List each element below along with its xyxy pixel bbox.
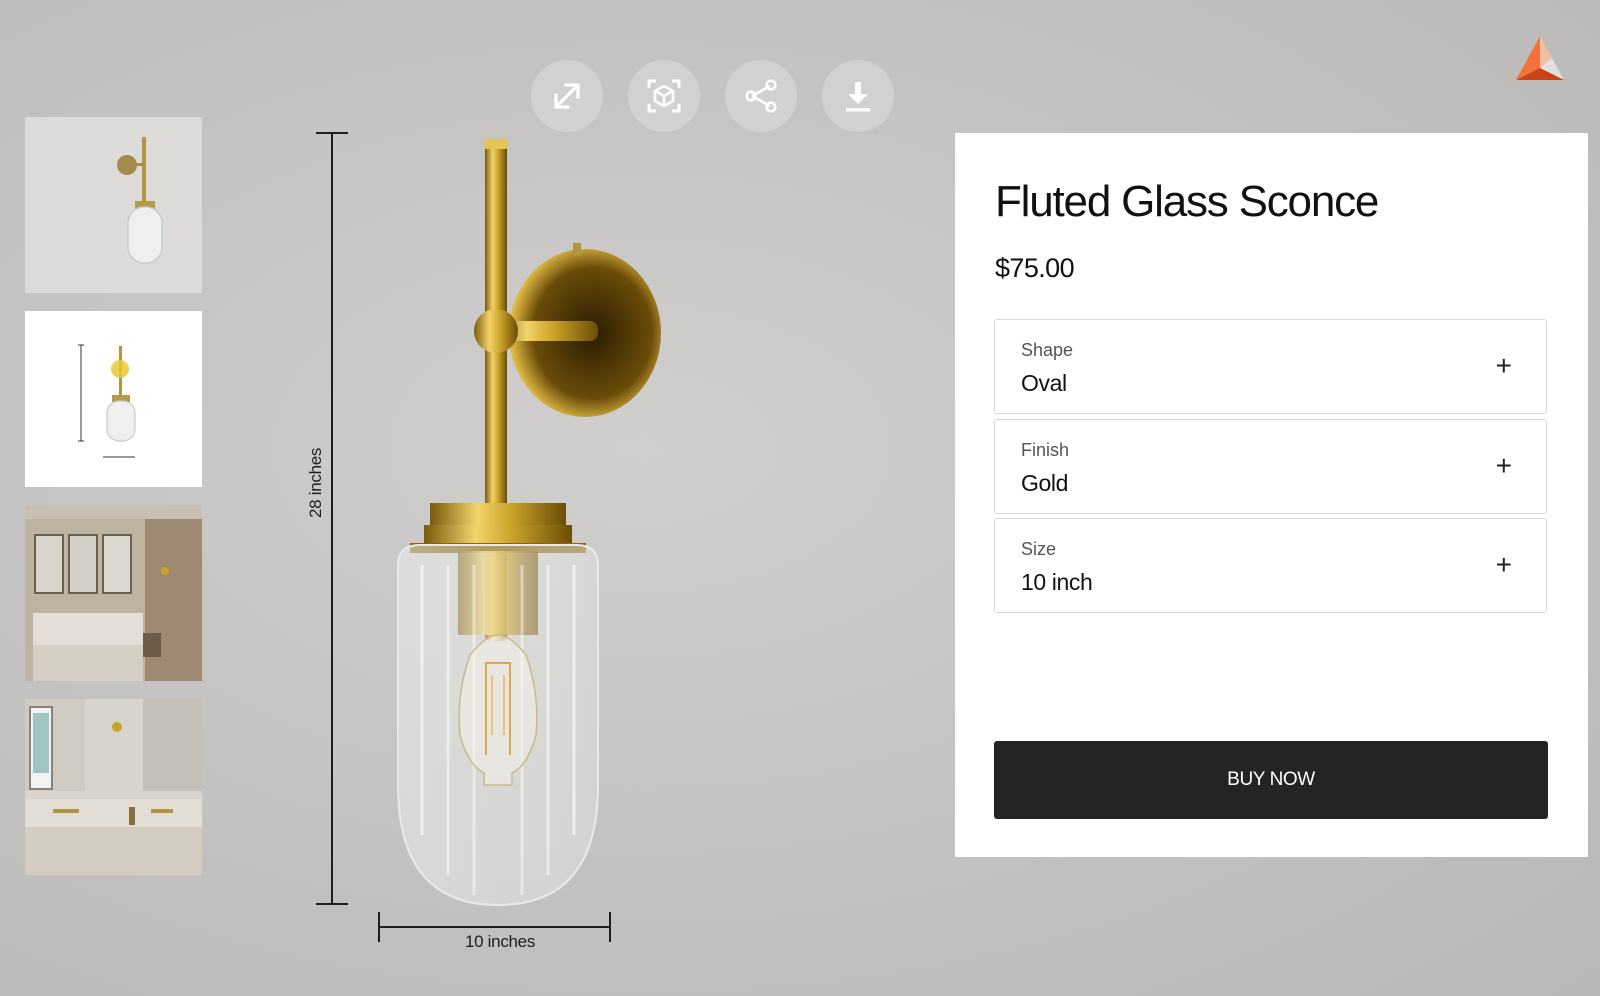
option-value: 10 inch	[1021, 569, 1093, 595]
download-icon	[846, 82, 870, 112]
product-details-panel: Fluted Glass Sconce $75.00 Shape Oval + …	[955, 133, 1588, 857]
option-label: Finish	[1021, 440, 1070, 460]
width-dimension-label: 10 inches	[464, 932, 536, 951]
plus-icon[interactable]: +	[1496, 452, 1512, 480]
brand-logo	[1512, 34, 1568, 84]
share-button[interactable]	[725, 60, 797, 132]
height-dimension-line	[331, 133, 333, 905]
plus-icon[interactable]: +	[1496, 551, 1512, 579]
viewer-toolbar	[531, 60, 894, 132]
thumbnail-bathroom-scene[interactable]	[25, 699, 202, 875]
width-dimension-line	[378, 926, 611, 928]
thumbnail-list	[25, 117, 202, 893]
ar-view-button[interactable]	[628, 60, 700, 132]
share-icon	[745, 79, 777, 113]
thumbnail-front-view[interactable]	[25, 117, 202, 293]
option-label: Size	[1021, 539, 1057, 559]
option-finish[interactable]: Finish Gold +	[994, 419, 1547, 514]
option-label: Shape	[1021, 340, 1074, 360]
buy-now-button[interactable]: BUY NOW	[994, 741, 1548, 819]
height-dimension-cap-top	[316, 132, 348, 134]
option-size[interactable]: Size 10 inch +	[994, 518, 1547, 613]
option-shape[interactable]: Shape Oval +	[994, 319, 1547, 414]
height-dimension-label: 28 inches	[306, 447, 325, 518]
product-title: Fluted Glass Sconce	[995, 177, 1379, 226]
expand-icon	[554, 83, 580, 109]
thumbnail-dimension-view[interactable]	[25, 311, 202, 487]
thumbnail-bedroom-scene[interactable]	[25, 505, 202, 681]
plus-icon[interactable]: +	[1496, 352, 1512, 380]
product-price: $75.00	[995, 253, 1075, 283]
ar-view-icon	[647, 79, 681, 113]
option-value: Oval	[1021, 370, 1067, 396]
product-3d-view[interactable]	[360, 135, 670, 920]
option-value: Gold	[1021, 470, 1068, 496]
download-button[interactable]	[822, 60, 894, 132]
expand-button[interactable]	[531, 60, 603, 132]
height-dimension-cap-bottom	[316, 903, 348, 905]
